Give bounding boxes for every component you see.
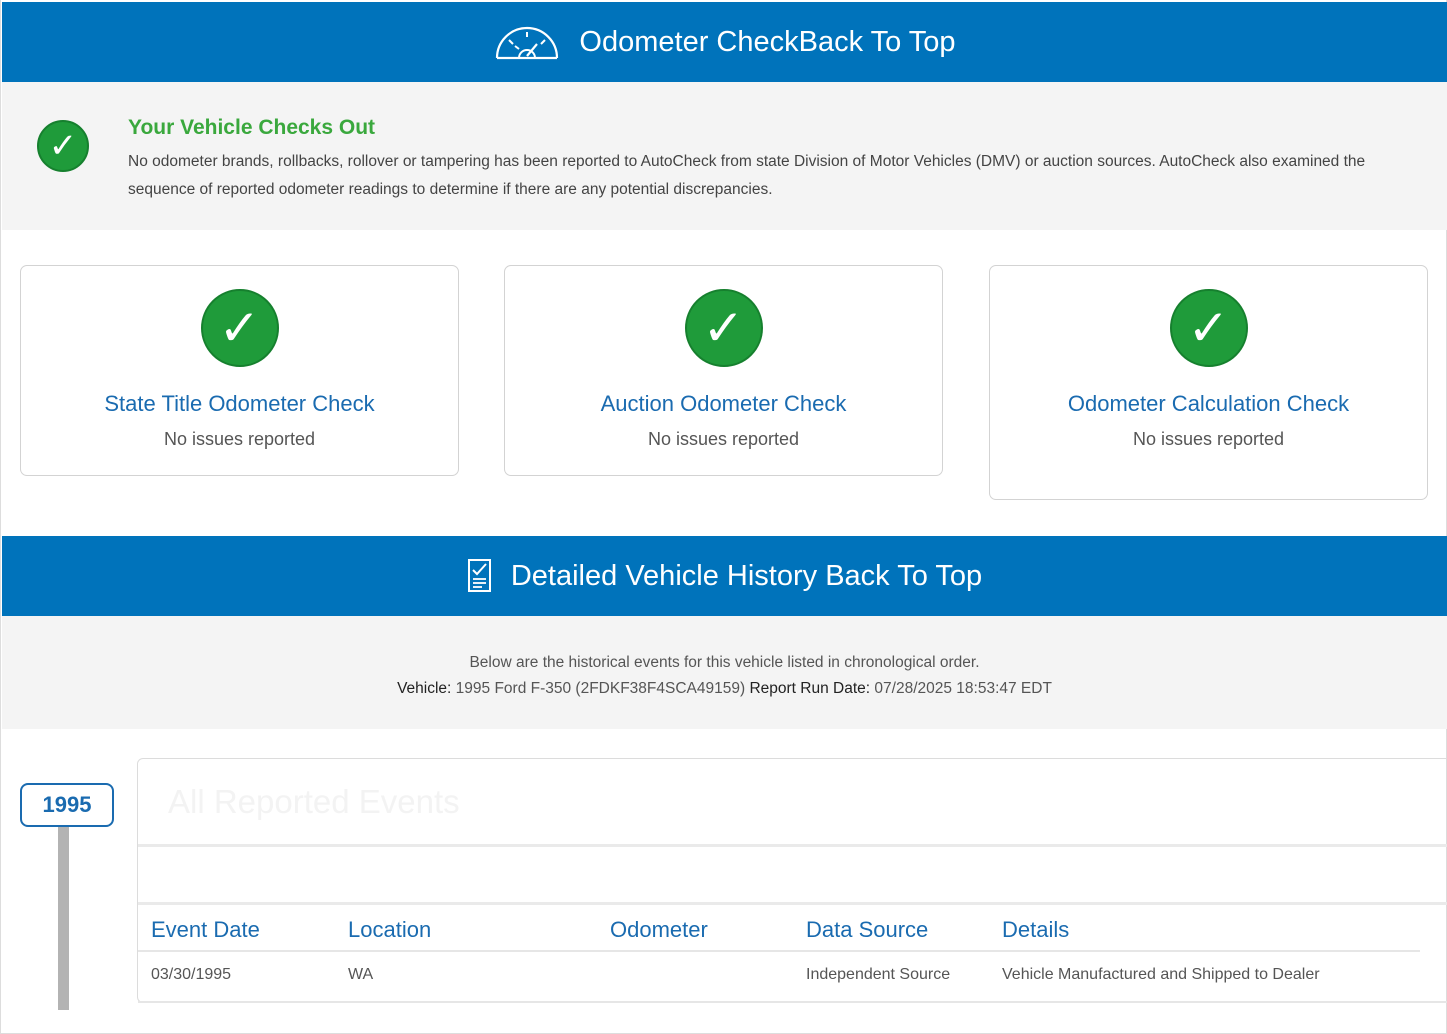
- cell-data-source: Independent Source: [806, 966, 951, 983]
- timeline-year-badge: 1995: [20, 783, 114, 827]
- card-title: State Title Odometer Check: [104, 391, 375, 416]
- check-icon: ✓: [1169, 289, 1248, 367]
- auction-odometer-card: ✓ Auction Odometer Check No issues repor…: [504, 265, 943, 476]
- events-title: All Reported Events: [168, 783, 460, 820]
- column-header-location: Location: [348, 917, 432, 942]
- report-run-date-value: 07/28/2025 18:53:47 EDT: [874, 680, 1052, 697]
- timeline-bar: [58, 827, 69, 1010]
- card-status: No issues reported: [163, 429, 316, 449]
- vehicle-checks-out-section: ✓ Your Vehicle Checks Out No odometer br…: [2, 82, 1447, 230]
- vehicle-history-header: Detailed Vehicle History Back To Top: [2, 536, 1447, 616]
- events-table-header: Event Date Location Odometer Data Source…: [138, 905, 1420, 952]
- column-header-details: Details: [1002, 917, 1070, 942]
- back-to-top-link[interactable]: Back To Top: [825, 560, 982, 593]
- checks-out-title: Your Vehicle Checks Out: [128, 116, 376, 139]
- vehicle-history-title: Detailed Vehicle History: [510, 559, 818, 592]
- column-header-data-source: Data Source: [806, 917, 929, 942]
- speedometer-icon: [493, 22, 561, 62]
- odometer-check-title: Odometer Check: [579, 25, 799, 58]
- divider: [138, 844, 1447, 847]
- check-icon: ✓: [684, 289, 763, 367]
- column-header-odometer: Odometer: [610, 917, 708, 942]
- vehicle-label: Vehicle:: [397, 680, 452, 697]
- checks-out-description: No odometer brands, rollbacks, rollover …: [128, 153, 1366, 198]
- card-status: No issues reported: [647, 429, 800, 449]
- vehicle-info-line: Vehicle: 1995 Ford F-350 (2FDKF38F4SCA49…: [2, 676, 1447, 702]
- history-intro: Below are the historical events for this…: [2, 616, 1447, 729]
- odometer-check-header: Odometer Check Back To Top: [2, 2, 1447, 82]
- card-title: Odometer Calculation Check: [1067, 391, 1350, 416]
- vehicle-value: 1995 Ford F-350 (2FDKF38F4SCA49159): [455, 680, 746, 697]
- all-reported-events-panel: All Reported Events Event Date Location …: [137, 758, 1447, 1003]
- odometer-calculation-card: ✓ Odometer Calculation Check No issues r…: [989, 265, 1428, 500]
- cell-location: WA: [348, 966, 374, 983]
- divider: [138, 1001, 1447, 1003]
- cell-details: Vehicle Manufactured and Shipped to Deal…: [1002, 966, 1320, 983]
- card-title: Auction Odometer Check: [600, 391, 847, 416]
- state-title-odometer-card: ✓ State Title Odometer Check No issues r…: [20, 265, 459, 476]
- cell-event-date: 03/30/1995: [151, 966, 232, 983]
- column-header-event-date: Event Date: [151, 917, 260, 942]
- card-status: No issues reported: [1132, 429, 1285, 449]
- back-to-top-link[interactable]: Back To Top: [799, 26, 956, 59]
- report-run-date-label: Report Run Date:: [749, 680, 871, 697]
- check-icon: ✓: [37, 120, 89, 172]
- check-icon: ✓: [200, 289, 279, 367]
- history-intro-text: Below are the historical events for this…: [469, 654, 980, 671]
- document-check-icon: [467, 558, 493, 594]
